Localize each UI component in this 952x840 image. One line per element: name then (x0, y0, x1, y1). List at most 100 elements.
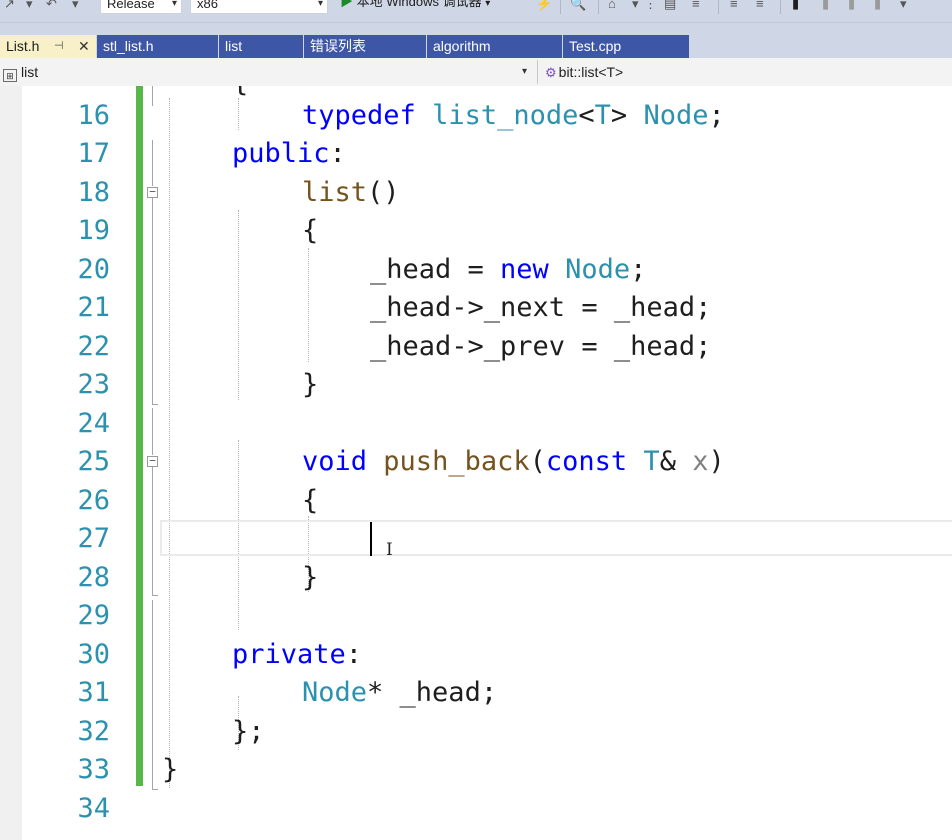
home-icon[interactable]: ⌂ (608, 0, 616, 11)
outline-end (152, 789, 158, 790)
line-number: 19 (77, 215, 110, 246)
clear-bookmarks-icon[interactable]: ▮ (874, 0, 881, 11)
chevron-down-icon[interactable]: ▾ (26, 0, 33, 11)
code-line: public: (232, 138, 346, 169)
toolbar-separator (560, 0, 561, 14)
line-number: 33 (77, 754, 110, 785)
type-token: Node (643, 100, 709, 131)
run-debugger-label: 本地 Windows 调试器 (356, 0, 482, 9)
line-number: 23 (77, 369, 110, 400)
outline-line (152, 408, 153, 455)
keyword-token: new (500, 254, 549, 285)
tab-label: stl_list.h (103, 38, 154, 54)
keyword-token: const (545, 446, 628, 477)
outline-line (152, 600, 153, 789)
line-number: 30 (77, 639, 110, 670)
prev-bookmark-icon[interactable]: ▮ (822, 0, 829, 11)
next-bookmark-icon[interactable]: ▮ (848, 0, 855, 11)
tab-algorithm[interactable]: algorithm (427, 35, 562, 58)
scope-label: list (21, 64, 39, 80)
outline-line (152, 198, 153, 404)
tab-label: list (225, 38, 243, 54)
configuration-dropdown[interactable]: Release ▾ (100, 0, 182, 14)
outline-end (152, 404, 158, 405)
code-line: _head->_prev = _head; (370, 331, 712, 362)
keyword-token: void (302, 446, 368, 477)
member-dropdown[interactable]: ⚙ bit::list<T> (545, 62, 623, 82)
code-line: } (302, 369, 319, 400)
code-line: typedef list_node<T> Node; (302, 100, 725, 131)
outline-line (152, 467, 153, 595)
chevron-down-icon[interactable]: ▾ (900, 0, 907, 11)
line-number: 32 (77, 716, 110, 747)
tab-label: 错误列表 (310, 38, 366, 54)
indent-guide (238, 210, 239, 400)
bookmark-icon[interactable]: ▮ (792, 0, 799, 11)
ibeam-cursor-icon: I (386, 540, 393, 560)
tab-error-list[interactable]: 错误列表 (304, 35, 426, 58)
line-number: 34 (77, 793, 110, 824)
outline-line (152, 140, 153, 186)
tab-list[interactable]: list (219, 35, 303, 58)
code-line: private: (232, 639, 363, 670)
line-number: 22 (77, 331, 110, 362)
code-line: }; (232, 716, 265, 747)
code-editor[interactable]: 16 17 18 19 20 21 22 23 24 25 26 27 28 2… (0, 86, 952, 840)
navigation-bar: ⊞ list ▾ ⚙ bit::list<T> (0, 58, 952, 87)
chevron-down-icon: ▾ (485, 0, 491, 9)
function-token: list (302, 177, 368, 208)
document-tab-strip: List.h ⊣ ✕ stl_list.h list 错误列表 algorith… (0, 23, 952, 58)
outline-line (152, 86, 153, 106)
toolbar-separator (598, 0, 599, 14)
properties-icon[interactable]: ⋮ (644, 0, 657, 11)
configuration-label: Release (107, 0, 155, 11)
line-number: 27 (77, 523, 110, 554)
type-token: Node (565, 254, 631, 285)
type-token: Node (302, 677, 368, 708)
redo-icon[interactable]: ↗ (4, 0, 15, 11)
run-icon: ▶ (340, 0, 354, 9)
indent-guide (169, 98, 170, 788)
close-icon[interactable]: ✕ (78, 35, 90, 58)
type-token: T (594, 100, 611, 131)
pin-icon[interactable]: ⊣ (54, 35, 64, 58)
run-debugger-button[interactable]: ▶ 本地 Windows 调试器 ▾ (340, 0, 490, 12)
filter-icon[interactable]: ▾ (632, 0, 639, 11)
navigate-back-icon[interactable]: ↶ (46, 0, 57, 11)
line-number: 31 (77, 677, 110, 708)
chevron-down-icon[interactable]: ▾ (72, 0, 79, 11)
indent-icon[interactable]: ≡ (692, 0, 700, 11)
keyword-token: public (232, 138, 330, 169)
platform-dropdown[interactable]: x86 ▾ (190, 0, 328, 14)
hot-reload-icon[interactable]: ⚡ (536, 0, 552, 11)
platform-label: x86 (197, 0, 218, 11)
text-caret (370, 522, 372, 556)
toolbar: ↗ ▾ ↶ ▾ Release ▾ x86 ▾ ▶ 本地 Windows 调试器… (0, 0, 952, 23)
tab-label: algorithm (433, 38, 491, 54)
tab-stl-list-h[interactable]: stl_list.h (97, 35, 218, 58)
uncomment-icon[interactable]: ≡ (756, 0, 764, 11)
tab-test-cpp[interactable]: Test.cpp (563, 35, 689, 58)
code-line: { (302, 485, 319, 516)
parameter-token: x (692, 446, 709, 477)
type-token: T (643, 446, 660, 477)
collapse-toggle[interactable]: − (147, 455, 158, 467)
function-token: push_back (383, 446, 530, 477)
code-line: list() (302, 177, 400, 208)
collapse-toggle[interactable]: − (147, 186, 158, 198)
code-line: } (162, 754, 179, 785)
scope-dropdown[interactable]: ⊞ list (3, 62, 38, 82)
code-line: _head = new Node; (370, 254, 647, 285)
current-line-highlight (160, 520, 952, 556)
find-icon[interactable]: 🔍 (570, 0, 586, 11)
line-number: 21 (77, 292, 110, 323)
line-number: 20 (77, 254, 110, 285)
tab-list-h[interactable]: List.h ⊣ ✕ (0, 35, 96, 58)
line-number: 18 (77, 177, 110, 208)
outline-icon[interactable]: ▤ (664, 0, 676, 11)
comment-icon[interactable]: ≡ (730, 0, 738, 11)
chevron-down-icon: ▾ (317, 0, 323, 9)
line-number: 24 (77, 408, 110, 439)
chevron-down-icon[interactable]: ▾ (522, 62, 527, 82)
tab-label: List.h (6, 38, 40, 54)
